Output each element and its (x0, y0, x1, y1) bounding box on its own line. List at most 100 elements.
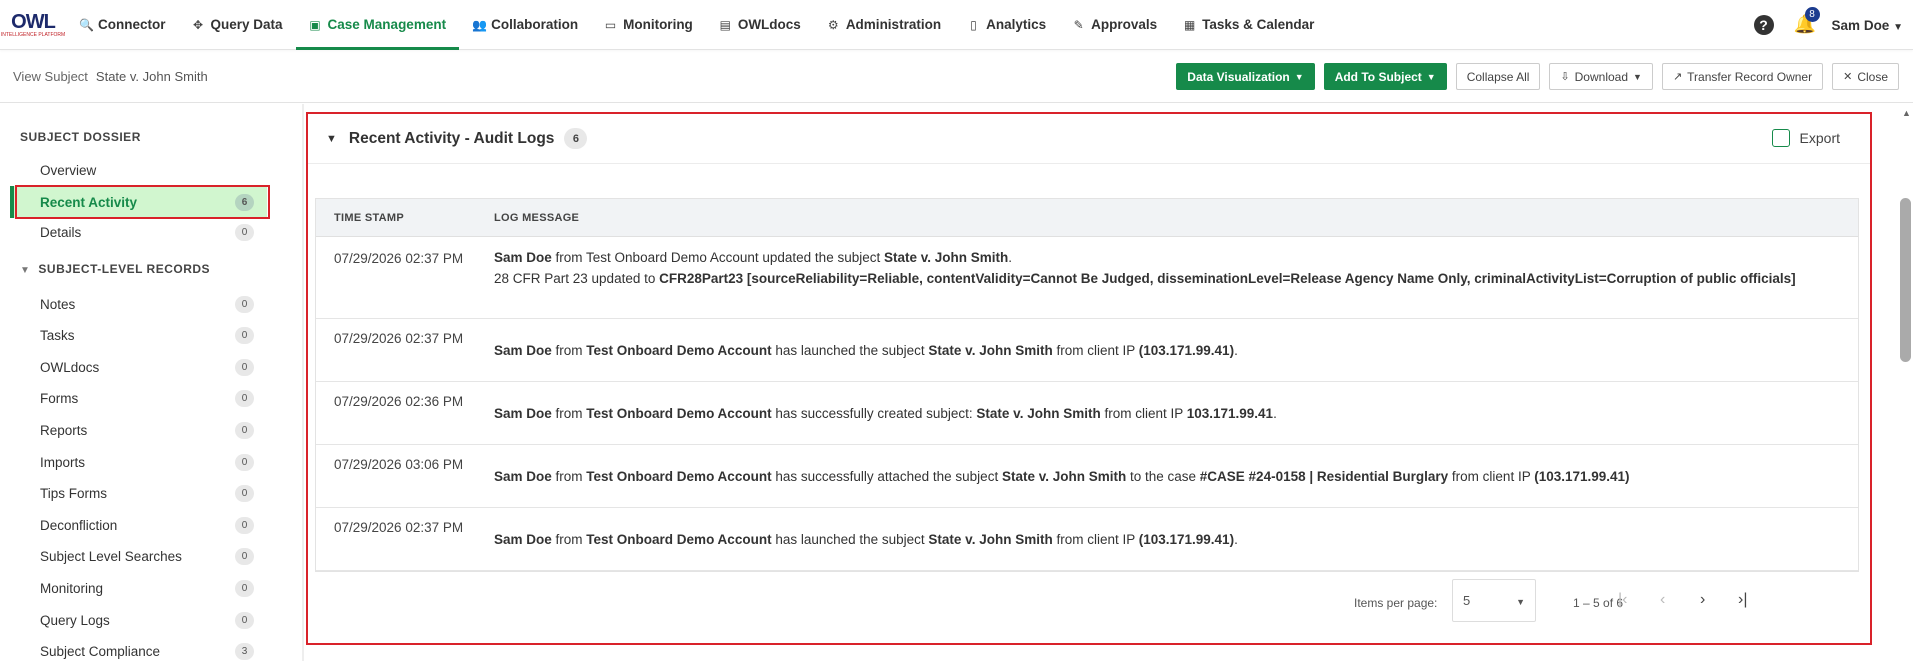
owl-logo[interactable]: OWL INTELLIGENCE PLATFORM (0, 0, 66, 50)
log-message-text: from Test Onboard Demo Account updated t… (551, 250, 884, 265)
export-toggle[interactable]: Export (1771, 129, 1840, 147)
data-visualization-label: Data Visualization (1187, 69, 1290, 84)
sidebar-section-dossier: SUBJECT DOSSIER (20, 130, 141, 144)
sidebar-item-tasks[interactable]: Tasks 0 (10, 320, 267, 352)
sidebar-item-deconfliction[interactable]: Deconfliction 0 (10, 509, 267, 541)
timestamp-value: 07/29/2026 02:36 PM (334, 394, 464, 409)
nav-item-monitoring[interactable]: ▭ Monitoring (591, 0, 706, 50)
chevron-down-icon: ▼ (1893, 21, 1903, 33)
table-row: 07/29/2026 02:37 PM Sam Doe from Test Onb… (316, 237, 1858, 319)
user-menu[interactable]: Sam Doe ▼ (1832, 18, 1903, 33)
timestamp-cell: 07/29/2026 02:37 PM (316, 319, 494, 381)
export-checkbox[interactable] (1771, 129, 1790, 147)
highlight-outline (15, 185, 270, 219)
nav-menu: 🔍 Connector ✥ Query Data ▣ Case Management 👥 Co… (66, 0, 1327, 50)
add-to-subject-button[interactable]: Add To Subject ▼ (1323, 63, 1447, 90)
notification-bell-icon[interactable]: 🔔 8 (1794, 7, 1820, 36)
nav-item-query-data[interactable]: ✥ Query Data (179, 0, 296, 50)
nav-item-case-management[interactable]: ▣ Case Management (295, 0, 460, 50)
nav-item-administration[interactable]: ⚙ Administration (814, 0, 954, 50)
sidebar-item-label: Notes (40, 296, 76, 312)
sidebar-item-subject-level-searches[interactable]: Subject Level Searches 0 (10, 541, 267, 573)
help-icon[interactable]: ? (1753, 15, 1774, 35)
sidebar-item-count: 0 (235, 327, 254, 345)
scrollbar-thumb[interactable] (1900, 198, 1911, 362)
sidebar-item-tips-forms[interactable]: Tips Forms 0 (10, 478, 267, 510)
export-label: Export (1799, 130, 1840, 146)
sidebar-item-count: 0 (235, 358, 254, 376)
monitor-icon: ▭ (604, 17, 617, 32)
nav-item-label: Case Management (327, 17, 447, 32)
sidebar-item-imports[interactable]: Imports 0 (10, 446, 267, 478)
paginator: Items per page: 5 ▼ 1 – 5 of 6 |‹ ‹ › ›| (308, 579, 1870, 629)
transfer-record-owner-button[interactable]: ↗ Transfer Record Owner (1661, 63, 1824, 90)
sidebar-item-count: 0 (235, 611, 254, 629)
log-message-text: has launched the subject (771, 531, 929, 547)
nav-item-owldocs[interactable]: ▤ OWLdocs (706, 0, 814, 50)
sidebar-item-forms[interactable]: Forms 0 (10, 383, 267, 415)
log-message-bold: State v. John Smith (1001, 468, 1127, 484)
sidebar-item-owldocs[interactable]: OWLdocs 0 (10, 351, 267, 383)
log-message-bold: (103.171.99.41) (1138, 531, 1235, 547)
nav-item-tasks-calendar[interactable]: ▦ Tasks & Calendar (1170, 0, 1327, 50)
download-label: Download (1574, 69, 1629, 84)
log-message-text: from client IP (1052, 531, 1139, 547)
sidebar-item-notes[interactable]: Notes 0 (10, 288, 267, 320)
sidebar-item-query-logs[interactable]: Query Logs 0 (10, 604, 267, 636)
nav-item-collaboration[interactable]: 👥 Collaboration (459, 0, 591, 50)
log-message-bold: 103.171.99.41 (1186, 405, 1274, 421)
nav-item-connector[interactable]: 🔍 Connector (66, 0, 179, 50)
next-page-icon[interactable]: › (1700, 591, 1705, 609)
log-message-text: from client IP (1448, 468, 1535, 484)
nav-item-label: Approvals (1091, 17, 1158, 32)
sidebar-item-count: 0 (235, 453, 254, 471)
data-visualization-button[interactable]: Data Visualization ▼ (1176, 63, 1315, 90)
sidebar-item-label: Monitoring (40, 580, 104, 596)
nav-item-analytics[interactable]: ▯ Analytics (954, 0, 1059, 50)
close-button[interactable]: ✕ Close (1832, 63, 1899, 90)
sidebar-item-details[interactable]: Details 0 (10, 216, 267, 248)
brand-sub: INTELLIGENCE PLATFORM (0, 31, 66, 38)
sidebar-item-count: 3 (235, 643, 254, 661)
items-per-page-select[interactable]: 5 ▼ (1452, 579, 1536, 622)
sidebar-item-count: 0 (235, 579, 254, 597)
log-message-text: from (551, 405, 587, 421)
column-header-message[interactable]: LOG MESSAGE (494, 212, 579, 224)
timestamp-value: 07/29/2026 02:37 PM (334, 520, 464, 535)
sidebar-section-records[interactable]: ▼ SUBJECT-LEVEL RECORDS (20, 262, 210, 276)
download-button[interactable]: ⇩ Download ▼ (1549, 63, 1653, 90)
collapse-all-button[interactable]: Collapse All (1455, 63, 1541, 90)
log-message-bold: State v. John Smith (883, 250, 1009, 265)
header-actions: Data Visualization ▼ Add To Subject ▼ Coll… (1176, 63, 1899, 90)
nav-item-label: Administration (845, 17, 942, 32)
log-message-text: has successfully attached the subject (771, 468, 1002, 484)
table-row: 07/29/2026 02:37 PM Sam Doe from Test Onb… (316, 508, 1858, 571)
move-icon: ✥ (192, 17, 204, 32)
previous-page-icon[interactable]: ‹ (1660, 591, 1665, 609)
table-row: 07/29/2026 02:37 PM Sam Doe from Test Onb… (316, 319, 1858, 382)
log-message-text: has launched the subject (771, 342, 929, 358)
sidebar-item-count: 0 (235, 390, 254, 408)
sidebar-item-overview[interactable]: Overview (10, 154, 267, 186)
first-page-icon[interactable]: |‹ (1618, 591, 1627, 609)
sidebar-item-monitoring[interactable]: Monitoring 0 (10, 572, 267, 604)
column-header-timestamp[interactable]: TIME STAMP (316, 212, 494, 224)
log-message-text: to the case (1126, 468, 1200, 484)
log-message-text: . (1008, 250, 1013, 265)
nav-item-approvals[interactable]: ✎ Approvals (1059, 0, 1170, 50)
sidebar-item-label: Deconfliction (40, 517, 118, 533)
nav-item-label: Query Data (210, 17, 283, 32)
sidebar-item-label: Tasks (40, 328, 75, 344)
sidebar-item-count: 0 (235, 485, 254, 503)
timestamp-cell: 07/29/2026 02:37 PM (316, 237, 494, 318)
sidebar-item-count: 0 (235, 223, 254, 241)
sidebar-item-subject-compliance[interactable]: Subject Compliance 3 (10, 636, 267, 661)
sidebar-item-label: Imports (40, 454, 86, 470)
log-message-text: from client IP (1100, 405, 1187, 421)
sidebar-item-reports[interactable]: Reports 0 (10, 414, 267, 446)
log-message-bold: Test Onboard Demo Account (586, 531, 772, 547)
last-page-icon[interactable]: ›| (1738, 591, 1747, 609)
log-message-text: . (1234, 531, 1238, 547)
collapse-triangle-icon[interactable]: ▼ (326, 133, 337, 145)
scroll-up-icon[interactable]: ▲ (1902, 108, 1911, 118)
